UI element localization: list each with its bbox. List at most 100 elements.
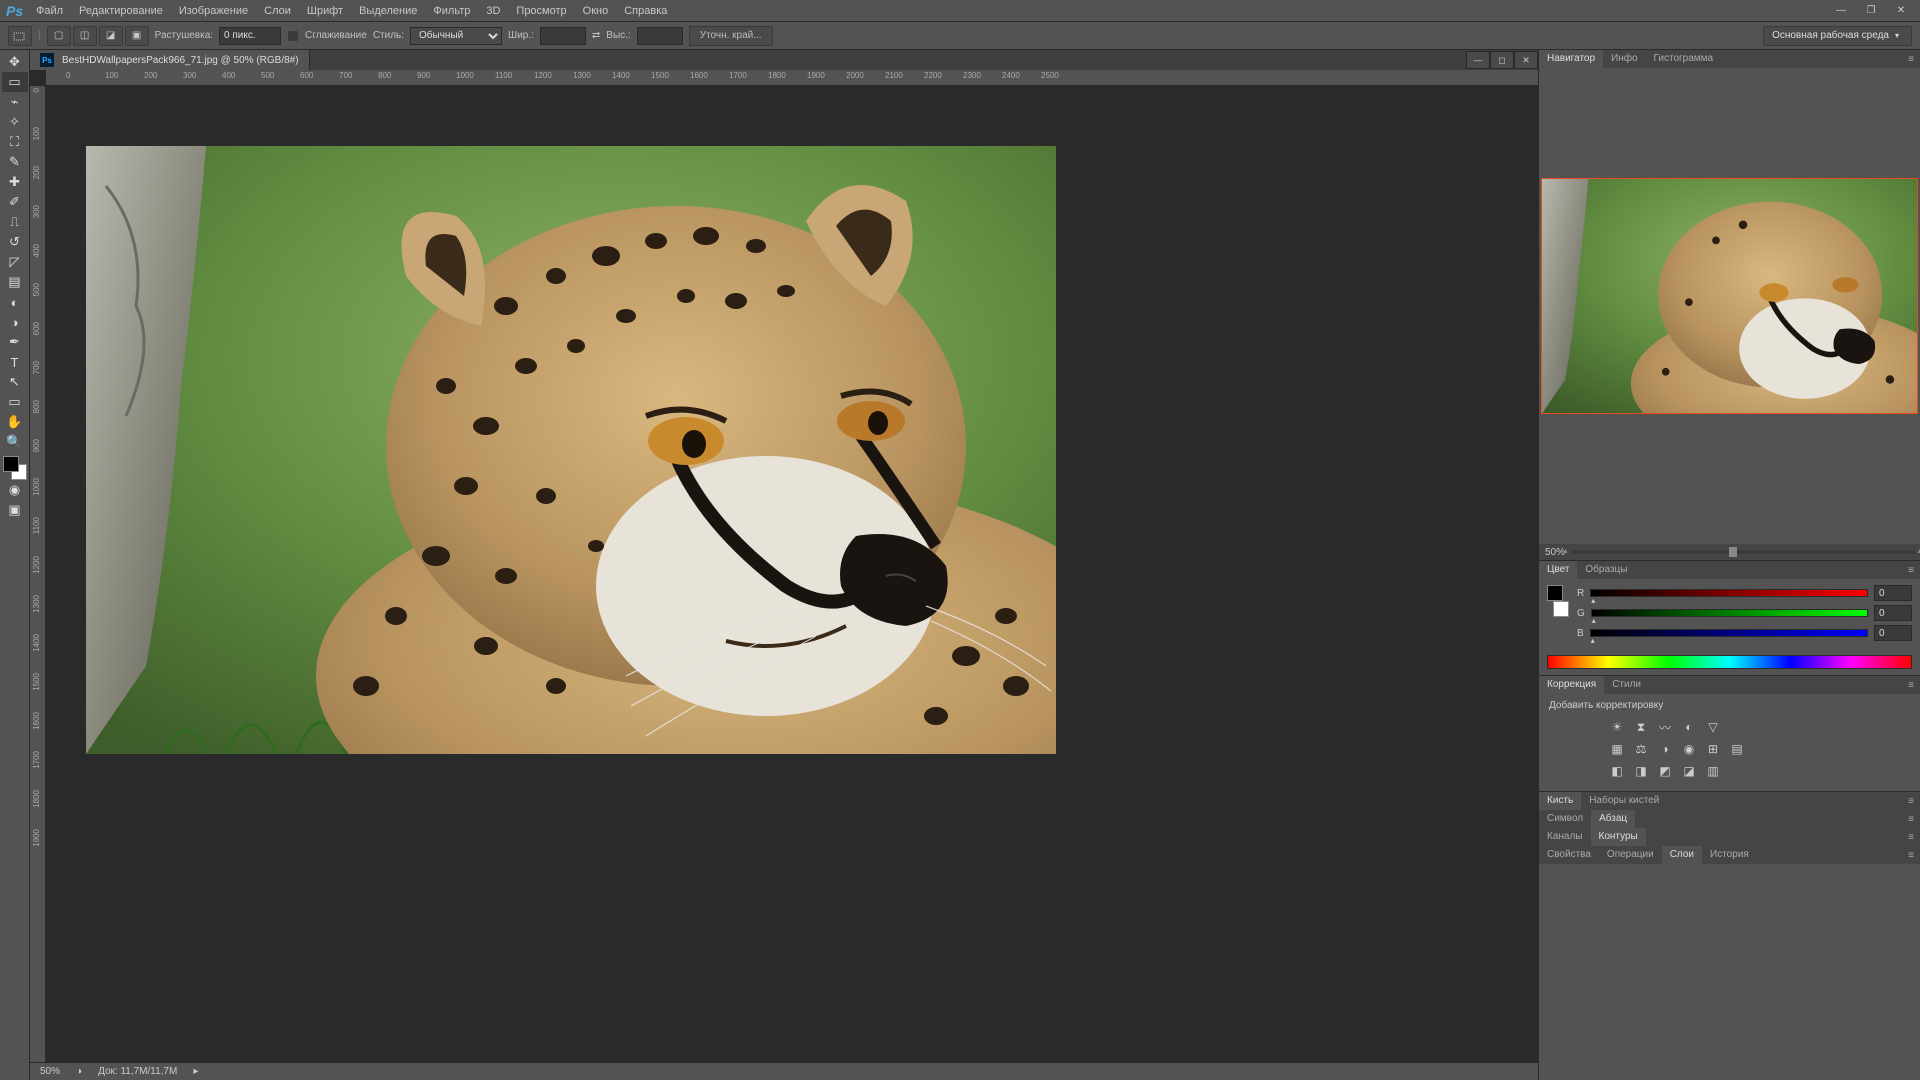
- color-spectrum[interactable]: [1547, 655, 1912, 669]
- g-slider[interactable]: ▴: [1591, 609, 1868, 617]
- status-zoom[interactable]: 50%: [40, 1066, 60, 1077]
- pen-tool[interactable]: ✒: [2, 332, 28, 352]
- tab-brush[interactable]: Кисть: [1539, 792, 1581, 810]
- path-tool[interactable]: ↖: [2, 372, 28, 392]
- canvas[interactable]: [86, 146, 1056, 754]
- window-close-button[interactable]: ✕: [1888, 3, 1914, 19]
- adj-exposure-icon[interactable]: ◐: [1681, 719, 1697, 735]
- adj-brightness-icon[interactable]: ☀: [1609, 719, 1625, 735]
- wand-tool[interactable]: ✧: [2, 112, 28, 132]
- tab-info[interactable]: Инфо: [1603, 50, 1646, 68]
- foreground-color[interactable]: [3, 456, 19, 472]
- adj-invert-icon[interactable]: ◧: [1609, 763, 1625, 779]
- tab-adjustments[interactable]: Коррекция: [1539, 676, 1604, 694]
- tab-channels[interactable]: Каналы: [1539, 828, 1591, 846]
- adj-gradient-icon[interactable]: ◪: [1681, 763, 1697, 779]
- eraser-tool[interactable]: ◸: [2, 252, 28, 272]
- tab-styles[interactable]: Стили: [1604, 676, 1649, 694]
- panel-menu-icon[interactable]: ≡: [1902, 796, 1920, 807]
- adj-lookup-icon[interactable]: ▤: [1729, 741, 1745, 757]
- style-select[interactable]: Обычный: [410, 27, 502, 45]
- hand-tool[interactable]: ✋: [2, 412, 28, 432]
- menu-image[interactable]: Изображение: [171, 1, 256, 21]
- panel-menu-icon[interactable]: ≡: [1902, 565, 1920, 576]
- tab-swatches[interactable]: Образцы: [1577, 561, 1635, 579]
- menu-filter[interactable]: Фильтр: [425, 1, 478, 21]
- zoom-tool[interactable]: 🔍: [2, 432, 28, 452]
- tab-navigator[interactable]: Навигатор: [1539, 50, 1603, 68]
- r-slider[interactable]: ▴: [1590, 589, 1868, 597]
- refine-edge-button[interactable]: Уточн. край...: [689, 26, 773, 46]
- tab-histogram[interactable]: Гистограмма: [1646, 50, 1722, 68]
- b-input[interactable]: [1874, 625, 1912, 641]
- menu-edit[interactable]: Редактирование: [71, 1, 171, 21]
- adj-levels-icon[interactable]: ⧗: [1633, 719, 1649, 735]
- status-indicator-icon[interactable]: ◑: [76, 1066, 82, 1077]
- dodge-tool[interactable]: ◑: [2, 312, 28, 332]
- tab-paragraph[interactable]: Абзац: [1591, 810, 1635, 828]
- adj-photo-icon[interactable]: ◉: [1681, 741, 1697, 757]
- tab-properties[interactable]: Свойства: [1539, 846, 1599, 864]
- tab-color[interactable]: Цвет: [1539, 561, 1577, 579]
- stamp-tool[interactable]: ⎍: [2, 212, 28, 232]
- shape-tool[interactable]: ▭: [2, 392, 28, 412]
- lasso-tool[interactable]: ⌁: [2, 92, 28, 112]
- height-input[interactable]: [637, 27, 683, 45]
- status-docsize[interactable]: Док: 11,7M/11,7M: [98, 1066, 177, 1077]
- tab-history[interactable]: История: [1702, 846, 1757, 864]
- panel-menu-icon[interactable]: ≡: [1902, 54, 1920, 65]
- window-minimize-button[interactable]: —: [1828, 3, 1854, 19]
- gradient-tool[interactable]: ▤: [2, 272, 28, 292]
- tab-layers[interactable]: Слои: [1662, 846, 1702, 864]
- adj-vibrance-icon[interactable]: ▽: [1705, 719, 1721, 735]
- panel-menu-icon[interactable]: ≡: [1902, 814, 1920, 825]
- swap-wh-icon[interactable]: ⇄: [592, 30, 600, 41]
- blur-tool[interactable]: ◐: [2, 292, 28, 312]
- tab-paths[interactable]: Контуры: [1591, 828, 1646, 846]
- marquee-tool[interactable]: ▭: [2, 72, 28, 92]
- menu-window[interactable]: Окно: [575, 1, 617, 21]
- brush-tool[interactable]: ✐: [2, 192, 28, 212]
- feather-input[interactable]: [219, 27, 281, 45]
- selection-new-icon[interactable]: ▢: [47, 26, 71, 46]
- navigator-zoom-slider[interactable]: [1571, 550, 1914, 554]
- move-tool[interactable]: ✥: [2, 52, 28, 72]
- menu-view[interactable]: Просмотр: [508, 1, 574, 21]
- eyedropper-tool[interactable]: ✎: [2, 152, 28, 172]
- ruler-vertical[interactable]: 0100200300400500600700800900100011001200…: [30, 86, 46, 1062]
- adj-bw-icon[interactable]: ◑: [1657, 741, 1673, 757]
- selection-intersect-icon[interactable]: ▣: [125, 26, 149, 46]
- adj-balance-icon[interactable]: ⚖: [1633, 741, 1649, 757]
- panel-menu-icon[interactable]: ≡: [1902, 850, 1920, 861]
- panel-menu-icon[interactable]: ≡: [1902, 832, 1920, 843]
- workspace-switcher[interactable]: Основная рабочая среда: [1763, 26, 1912, 46]
- panel-menu-icon[interactable]: ≡: [1902, 680, 1920, 691]
- type-tool[interactable]: T: [2, 352, 28, 372]
- tab-actions[interactable]: Операции: [1599, 846, 1662, 864]
- selection-subtract-icon[interactable]: ◪: [99, 26, 123, 46]
- menu-help[interactable]: Справка: [616, 1, 675, 21]
- adj-threshold-icon[interactable]: ◩: [1657, 763, 1673, 779]
- color-swatch[interactable]: [3, 456, 27, 480]
- healing-tool[interactable]: ✚: [2, 172, 28, 192]
- doc-close-button[interactable]: ✕: [1514, 51, 1538, 69]
- doc-maximize-button[interactable]: ◻: [1490, 51, 1514, 69]
- document-tab[interactable]: Ps BestHDWallpapersPack966_71.jpg @ 50% …: [30, 50, 310, 70]
- screenmode-tool[interactable]: ▣: [2, 500, 28, 520]
- adj-hue-icon[interactable]: ▦: [1609, 741, 1625, 757]
- menu-layers[interactable]: Слои: [256, 1, 299, 21]
- menu-select[interactable]: Выделение: [351, 1, 425, 21]
- status-arrow-icon[interactable]: ▸: [193, 1066, 198, 1077]
- canvas-viewport[interactable]: [46, 86, 1538, 1062]
- color-panel-swatch[interactable]: [1547, 585, 1569, 617]
- width-input[interactable]: [540, 27, 586, 45]
- tab-brush-presets[interactable]: Наборы кистей: [1581, 792, 1667, 810]
- b-slider[interactable]: ▴: [1590, 629, 1868, 637]
- adj-mixer-icon[interactable]: ⊞: [1705, 741, 1721, 757]
- adj-curves-icon[interactable]: 〰: [1657, 719, 1673, 735]
- menu-3d[interactable]: 3D: [478, 1, 508, 21]
- doc-minimize-button[interactable]: —: [1466, 51, 1490, 69]
- tab-character[interactable]: Символ: [1539, 810, 1591, 828]
- quickmask-tool[interactable]: ◉: [2, 480, 28, 500]
- window-maximize-button[interactable]: ❐: [1858, 3, 1884, 19]
